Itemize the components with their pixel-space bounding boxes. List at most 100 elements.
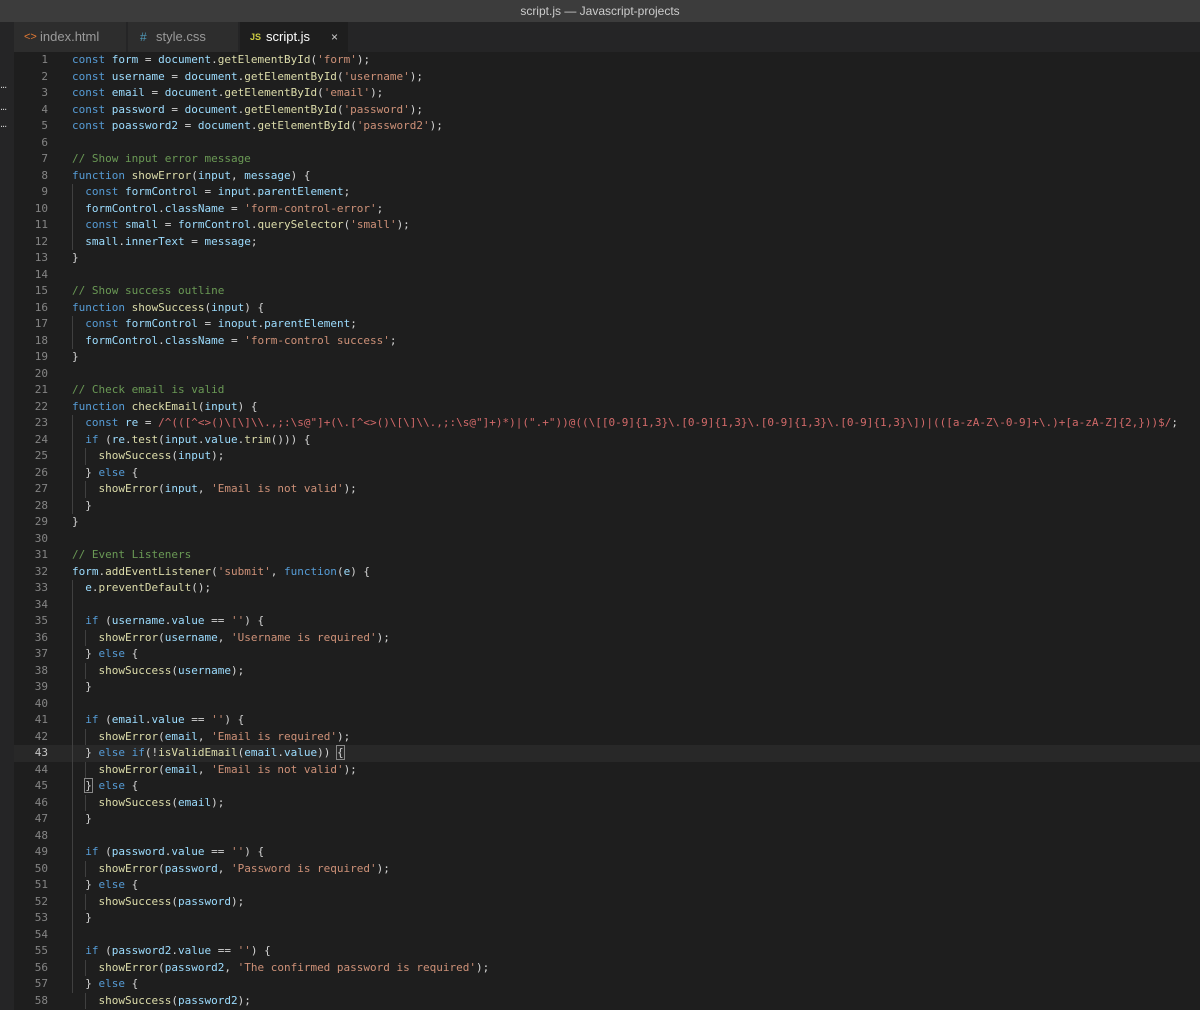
line-number: 8 — [41, 168, 48, 182]
indent-guide — [72, 827, 73, 844]
code-line[interactable]: 58 showSuccess(password2); — [14, 992, 1200, 1009]
tab-index-html[interactable]: <> index.html — [14, 22, 126, 52]
code-line[interactable]: 31 // Event Listeners — [14, 547, 1200, 564]
code-line[interactable]: 3 const email = document.getElementById('… — [14, 85, 1200, 102]
code-line[interactable]: 20 — [14, 366, 1200, 383]
code-line[interactable]: 35 if (username.value == '') { — [14, 613, 1200, 630]
css-file-icon: # — [140, 30, 147, 44]
code-line[interactable]: 32 form.addEventListener('submit', functi… — [14, 564, 1200, 581]
code-line[interactable]: 47 } — [14, 811, 1200, 828]
code-line[interactable]: 26 } else { — [14, 464, 1200, 481]
code-line[interactable]: 8 function showError(input, message) { — [14, 168, 1200, 185]
code-line[interactable]: 13} — [14, 250, 1200, 267]
code-line[interactable]: 25 showSuccess(input); — [14, 448, 1200, 465]
code-line[interactable]: 44 showError(email, 'Email is not valid'… — [14, 761, 1200, 778]
code-line[interactable]: 15 // Show success outline — [14, 283, 1200, 300]
code-line[interactable]: 23 const re = /^(([^<>()\[\]\\.,;:\s@"]+… — [14, 415, 1200, 432]
code-line[interactable]: 19} — [14, 349, 1200, 366]
code-line[interactable]: 14 — [14, 267, 1200, 284]
line-number: 25 — [34, 449, 48, 462]
code-line[interactable]: 40 — [14, 695, 1200, 712]
code-text: showSuccess(username); — [98, 663, 245, 677]
code-line[interactable]: 10 formControl.className = 'form-control… — [14, 200, 1200, 217]
line-number: 52 — [34, 894, 48, 908]
code-line[interactable]: 51 } else { — [14, 877, 1200, 894]
code-line[interactable]: 4 const password = document.getElementByI… — [14, 102, 1200, 119]
code-text: showError(username, 'Username is require… — [98, 630, 390, 644]
code-line[interactable]: 36 showError(username, 'Username is requ… — [14, 629, 1200, 646]
code-line[interactable]: 11 const small = formControl.querySelect… — [14, 217, 1200, 234]
code-text: const password = document.getElementById… — [72, 102, 424, 116]
ellipsis-icon[interactable]: ... — [0, 101, 10, 113]
line-number: 3 — [41, 86, 48, 99]
code-line[interactable]: 56 showError(password2, 'The confirmed p… — [14, 959, 1200, 976]
code-text: } — [72, 515, 79, 528]
code-line[interactable]: 42 showError(email, 'Email is required')… — [14, 728, 1200, 745]
code-text: } — [72, 251, 79, 264]
line-number: 50 — [34, 861, 48, 875]
code-line[interactable]: 5 const poassword2 = document.getElementB… — [14, 118, 1200, 135]
tab-bar: <> index.html # style.css JS script.js × — [0, 22, 1200, 52]
code-text: } — [72, 680, 92, 693]
code-line[interactable]: 1 const form = document.getElementById('f… — [14, 52, 1200, 69]
code-line[interactable]: 41 if (email.value == '') { — [14, 712, 1200, 729]
code-line[interactable]: 38 showSuccess(username); — [14, 662, 1200, 679]
code-line[interactable]: 43 } else if(!isValidEmail(email.value))… — [14, 745, 1200, 762]
code-line[interactable]: 33 e.preventDefault(); — [14, 580, 1200, 597]
code-line[interactable]: 48 — [14, 827, 1200, 844]
code-line[interactable]: 30 — [14, 531, 1200, 548]
code-line[interactable]: 21 // Check email is valid — [14, 382, 1200, 399]
code-line[interactable]: 24 if (re.test(input.value.trim())) { — [14, 431, 1200, 448]
code-line[interactable]: 9 const formControl = input.parentElemen… — [14, 184, 1200, 201]
code-text: if (password2.value == '') { — [85, 944, 271, 957]
code-line[interactable]: 2 const username = document.getElementByI… — [14, 69, 1200, 86]
code-text: e.preventDefault(); — [85, 581, 212, 594]
code-line[interactable]: 54 — [14, 926, 1200, 943]
code-text: } — [72, 350, 79, 363]
line-number: 36 — [34, 630, 48, 644]
line-number: 5 — [41, 119, 48, 132]
code-line[interactable]: 37 } else { — [14, 646, 1200, 663]
code-line[interactable]: 49 if (password.value == '') { — [14, 844, 1200, 861]
line-number: 4 — [41, 102, 48, 116]
line-number: 14 — [34, 267, 48, 281]
code-line[interactable]: 17 const formControl = inoput.parentElem… — [14, 316, 1200, 333]
code-line[interactable]: 53 } — [14, 910, 1200, 927]
line-number: 18 — [34, 333, 48, 347]
line-number: 29 — [34, 515, 48, 528]
close-icon[interactable]: × — [331, 22, 338, 52]
line-number: 16 — [34, 300, 48, 314]
code-line[interactable]: 52 showSuccess(password); — [14, 893, 1200, 910]
code-line[interactable]: 57 } else { — [14, 976, 1200, 993]
code-line[interactable]: 46 showSuccess(email); — [14, 794, 1200, 811]
code-line[interactable]: 18 formControl.className = 'form-control… — [14, 332, 1200, 349]
line-number: 57 — [34, 977, 48, 990]
code-line[interactable]: 16 function showSuccess(input) { — [14, 300, 1200, 317]
code-text: } else { — [72, 465, 139, 479]
code-line[interactable]: 50 showError(password, 'Password is requ… — [14, 860, 1200, 877]
code-line[interactable]: 12 small.innerText = message; — [14, 233, 1200, 250]
line-number: 46 — [34, 795, 48, 809]
code-text: function showSuccess(input) { — [72, 300, 265, 314]
code-line[interactable]: 39 } — [14, 679, 1200, 696]
line-number: 40 — [34, 696, 48, 710]
code-line[interactable]: 6 — [14, 135, 1200, 152]
line-number: 22 — [34, 399, 48, 413]
code-text: } else { — [72, 977, 139, 990]
code-line[interactable]: 55 if (password2.value == '') { — [14, 943, 1200, 960]
ellipsis-icon[interactable]: ... — [0, 79, 10, 91]
code-editor[interactable]: 1 const form = document.getElementById('f… — [14, 52, 1200, 1010]
code-line[interactable]: 27 showError(input, 'Email is not valid'… — [14, 481, 1200, 498]
code-line[interactable]: 7 // Show input error message — [14, 151, 1200, 168]
code-text: const formControl = inoput.parentElement… — [85, 317, 357, 330]
code-line[interactable]: 45 } else { — [14, 778, 1200, 795]
tab-style-css[interactable]: # style.css — [128, 22, 238, 52]
tab-script-js[interactable]: JS script.js × — [240, 22, 348, 52]
code-line[interactable]: 28 } — [14, 497, 1200, 514]
code-line[interactable]: 34 — [14, 596, 1200, 613]
ellipsis-icon[interactable]: ... — [0, 118, 10, 130]
code-line[interactable]: 22 function checkEmail(input) { — [14, 399, 1200, 416]
line-number: 48 — [34, 828, 48, 842]
code-line[interactable]: 29} — [14, 514, 1200, 531]
line-number: 6 — [41, 135, 48, 149]
